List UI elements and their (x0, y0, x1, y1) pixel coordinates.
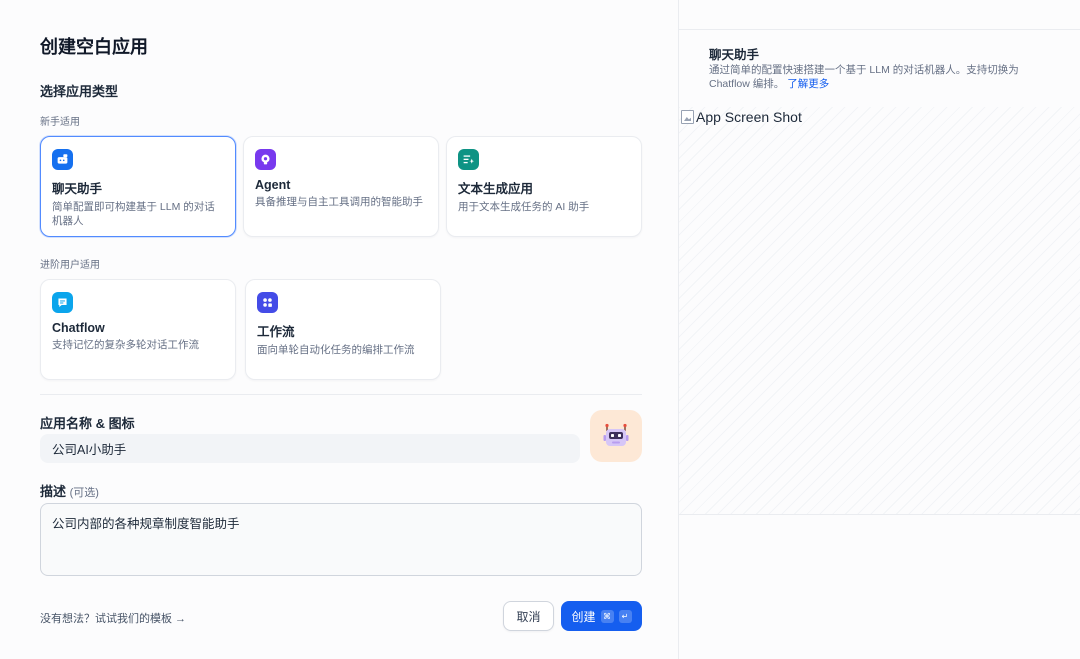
app-type-card-agent[interactable]: Agent 具备推理与自主工具调用的智能助手 (243, 136, 439, 237)
optional-hint: (可选) (69, 487, 99, 499)
chatflow-icon (52, 292, 73, 313)
cancel-button[interactable]: 取消 (503, 601, 554, 631)
app-icon-picker[interactable] (590, 410, 642, 462)
app-type-title: 聊天助手 (52, 182, 103, 196)
create-app-panel: 创建空白应用 选择应用类型 新手适用 聊天助手 简单配置即可构建基于 LLM 的… (0, 0, 678, 659)
app-type-title: 工作流 (257, 325, 295, 339)
app-type-card-chat-assistant[interactable]: 聊天助手 简单配置即可构建基于 LLM 的对话机器人 (40, 136, 236, 237)
app-type-card-text-generation[interactable]: 文本生成应用 用于文本生成任务的 AI 助手 (446, 136, 642, 237)
dialog-title: 创建空白应用 (40, 37, 148, 57)
preview-panel: 聊天助手 通过简单的配置快速搭建一个基于 LLM 的对话机器人。支持切换为 Ch… (678, 0, 1080, 659)
broken-image: App Screen Shot (681, 109, 802, 125)
beginner-label: 新手适用 (40, 117, 80, 128)
app-screenshot-preview: App Screen Shot (679, 107, 1080, 515)
command-key-icon: ⌘ (600, 609, 614, 623)
app-name-label: 应用名称 & 图标 (40, 416, 135, 431)
app-type-section-label: 选择应用类型 (40, 84, 119, 99)
app-type-desc: 面向单轮自动化任务的编排工作流 (257, 344, 415, 356)
app-type-card-chatflow[interactable]: Chatflow 支持记忆的复杂多轮对话工作流 (40, 279, 236, 380)
text-generation-icon (458, 149, 479, 170)
app-type-desc: 支持记忆的复杂多轮对话工作流 (52, 339, 199, 351)
description-input[interactable]: 公司内部的各种规章制度智能助手 (40, 503, 642, 576)
preview-description-text: 通过简单的配置快速搭建一个基于 LLM 的对话机器人。支持切换为 Chatflo… (709, 64, 1019, 90)
preview-title: 聊天助手 (709, 48, 760, 62)
robot-icon (603, 423, 629, 446)
chat-bot-icon (52, 149, 73, 170)
app-type-title: Agent (255, 178, 291, 192)
agent-icon (255, 149, 276, 170)
app-type-desc: 具备推理与自主工具调用的智能助手 (255, 196, 423, 208)
app-name-input[interactable] (40, 434, 580, 463)
preview-description: 通过简单的配置快速搭建一个基于 LLM 的对话机器人。支持切换为 Chatflo… (709, 63, 1049, 91)
app-type-desc: 简单配置即可构建基于 LLM 的对话机器人 (52, 201, 215, 227)
image-alt-text: App Screen Shot (696, 109, 802, 125)
app-type-title: Chatflow (52, 321, 105, 335)
template-link[interactable]: 没有想法？试试我们的模板 → (40, 610, 186, 626)
create-button-label: 创建 (571, 609, 596, 624)
advanced-label: 进阶用户适用 (40, 260, 100, 271)
workflow-icon (257, 292, 278, 313)
app-type-title: 文本生成应用 (458, 182, 534, 196)
enter-key-icon: ↵ (618, 609, 632, 623)
broken-image-icon (681, 110, 694, 124)
preview-topbar (679, 0, 1080, 30)
app-type-card-workflow[interactable]: 工作流 面向单轮自动化任务的编排工作流 (245, 279, 441, 380)
section-divider (40, 394, 642, 395)
description-label-text: 描述 (40, 484, 67, 499)
create-button[interactable]: 创建 ⌘ ↵ (561, 601, 642, 631)
description-label: 描述 (可选) (40, 481, 99, 500)
app-type-desc: 用于文本生成任务的 AI 助手 (458, 201, 590, 213)
learn-more-link[interactable]: 了解更多 (787, 78, 829, 90)
